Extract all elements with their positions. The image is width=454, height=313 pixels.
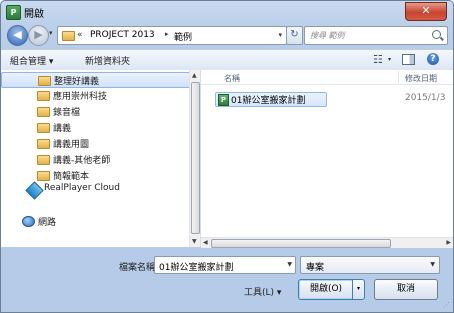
open-dialog: P 開啟 ✕ ◀ ▶ ▾ « PROJECT 2013 ▸ 範例 ▾ ↻ 搜尋 …	[0, 0, 454, 313]
sidebar-item-folder[interactable]: 講義	[1, 120, 189, 134]
column-header-date[interactable]: 修改日期	[405, 73, 437, 84]
project-file-icon: P	[218, 94, 229, 106]
new-folder-button[interactable]: 新增資料夾	[85, 54, 130, 67]
column-header-name[interactable]: 名稱	[224, 73, 240, 84]
project-app-icon: P	[6, 5, 21, 20]
network-icon	[22, 216, 35, 227]
folder-icon	[37, 139, 50, 149]
navigation-pane: 整理好講義 應用崇州科技 錄音檔 講義 講義用圖 講義-其他老師 簡報範本 Re…	[1, 70, 201, 247]
folder-icon	[37, 123, 50, 133]
sidebar-item-folder[interactable]: 講義用圖	[1, 136, 189, 150]
search-input[interactable]: 搜尋 範例	[304, 26, 448, 45]
back-button[interactable]: ◀	[7, 25, 28, 46]
refresh-button[interactable]: ↻	[286, 26, 303, 45]
folder-icon	[37, 107, 50, 117]
sidebar-item-folder[interactable]: 應用崇州科技	[1, 88, 189, 102]
sidebar-item-label: 網路	[38, 218, 57, 228]
realplayer-cloud-icon	[25, 181, 44, 200]
sidebar-item-label: 整理好講義	[54, 77, 100, 87]
filetype-select[interactable]: 專案 ▼	[300, 256, 440, 274]
file-list: 名稱 修改日期 P 01辦公室搬家計劃 2015/1/3 ◀ ▶	[201, 70, 453, 248]
breadcrumb-segment[interactable]: PROJECT 2013	[90, 30, 155, 40]
file-row[interactable]: P 01辦公室搬家計劃 2015/1/3	[215, 92, 453, 107]
folder-icon	[38, 76, 51, 86]
view-dropdown-icon[interactable]: ▾	[388, 56, 391, 63]
folder-icon	[37, 155, 50, 165]
resize-grip-icon[interactable]: ⋰	[443, 301, 450, 309]
address-dropdown-icon[interactable]: ▾	[278, 31, 282, 39]
search-icon[interactable]	[432, 30, 441, 39]
folder-icon	[37, 171, 50, 181]
sidebar-item-folder[interactable]: 整理好講義	[1, 72, 191, 88]
forward-button[interactable]: ▶	[28, 25, 49, 46]
filename-input[interactable]: 01辦公室搬家計劃 ▼	[154, 256, 296, 274]
file-list-scrollbar[interactable]: ◀ ▶	[201, 237, 453, 248]
filename-dropdown-icon[interactable]: ▼	[287, 261, 292, 268]
navigation-scrollbar[interactable]: ▲ ▼	[189, 70, 200, 247]
breadcrumb-separator-icon[interactable]: ▸	[165, 30, 169, 38]
scroll-up-icon[interactable]: ▲	[192, 72, 197, 79]
scroll-right-icon[interactable]: ▶	[446, 239, 451, 246]
sidebar-item-folder[interactable]: 講義-其他老師	[1, 152, 189, 166]
overflow-chevron-icon[interactable]: «	[77, 30, 83, 40]
recent-locations-dropdown[interactable]: ▾	[49, 29, 53, 37]
command-bar: 組合管理 ▾ 新增資料夾 ☷ ▾ ?	[1, 49, 453, 71]
sidebar-item-label: 講義	[53, 124, 72, 134]
dialog-title: 開啟	[24, 9, 44, 20]
open-options-dropdown[interactable]: ▾	[352, 279, 365, 300]
organize-button[interactable]: 組合管理 ▾	[10, 54, 53, 67]
filename-value: 01辦公室搬家計劃	[159, 263, 234, 273]
preview-pane-icon[interactable]	[402, 54, 415, 65]
folder-icon	[62, 31, 75, 41]
sidebar-item-label: 簡報範本	[53, 172, 90, 182]
sidebar-item-label: 應用崇州科技	[53, 92, 108, 102]
filetype-dropdown-icon[interactable]: ▼	[430, 261, 435, 268]
sidebar-item-label: 錄音檔	[53, 108, 81, 118]
scrollbar-thumb[interactable]	[211, 239, 391, 248]
search-placeholder: 搜尋 範例	[310, 31, 345, 40]
close-button[interactable]: ✕	[405, 2, 447, 21]
file-date: 2015/1/3	[405, 93, 446, 103]
column-divider[interactable]	[398, 71, 399, 83]
scroll-left-icon[interactable]: ◀	[203, 239, 208, 246]
filetype-value: 專案	[306, 263, 325, 273]
sidebar-item-label: RealPlayer Cloud	[44, 183, 120, 193]
navigation-bar: ◀ ▶ ▾ « PROJECT 2013 ▸ 範例 ▾ ↻ 搜尋 範例	[1, 23, 453, 47]
sidebar-item-realplayer-cloud[interactable]: RealPlayer Cloud	[1, 181, 189, 200]
scrollbar-thumb[interactable]	[191, 82, 200, 234]
folder-icon	[37, 91, 50, 101]
view-options-icon[interactable]: ☷	[373, 53, 383, 66]
title-bar: P 開啟 ✕	[1, 1, 453, 23]
sidebar-item-network[interactable]: 網路	[1, 214, 189, 228]
tools-button[interactable]: 工具(L) ▾	[244, 285, 281, 298]
sidebar-item-label: 講義用圖	[53, 140, 90, 150]
column-header-row: 名稱 修改日期	[201, 70, 453, 85]
file-name: 01辦公室搬家計劃	[231, 96, 306, 106]
help-icon[interactable]: ?	[427, 53, 439, 65]
breadcrumb-segment[interactable]: 範例	[174, 30, 192, 43]
sidebar-item-folder[interactable]: 簡報範本	[1, 168, 189, 182]
address-bar[interactable]: « PROJECT 2013 ▸ 範例 ▾	[57, 26, 287, 45]
open-button[interactable]: 開啟(O)	[298, 279, 354, 300]
sidebar-item-label: 講義-其他老師	[53, 156, 111, 166]
scroll-down-icon[interactable]: ▼	[192, 238, 197, 245]
sidebar-item-folder[interactable]: 錄音檔	[1, 104, 189, 118]
cancel-button[interactable]: 取消	[374, 279, 438, 300]
